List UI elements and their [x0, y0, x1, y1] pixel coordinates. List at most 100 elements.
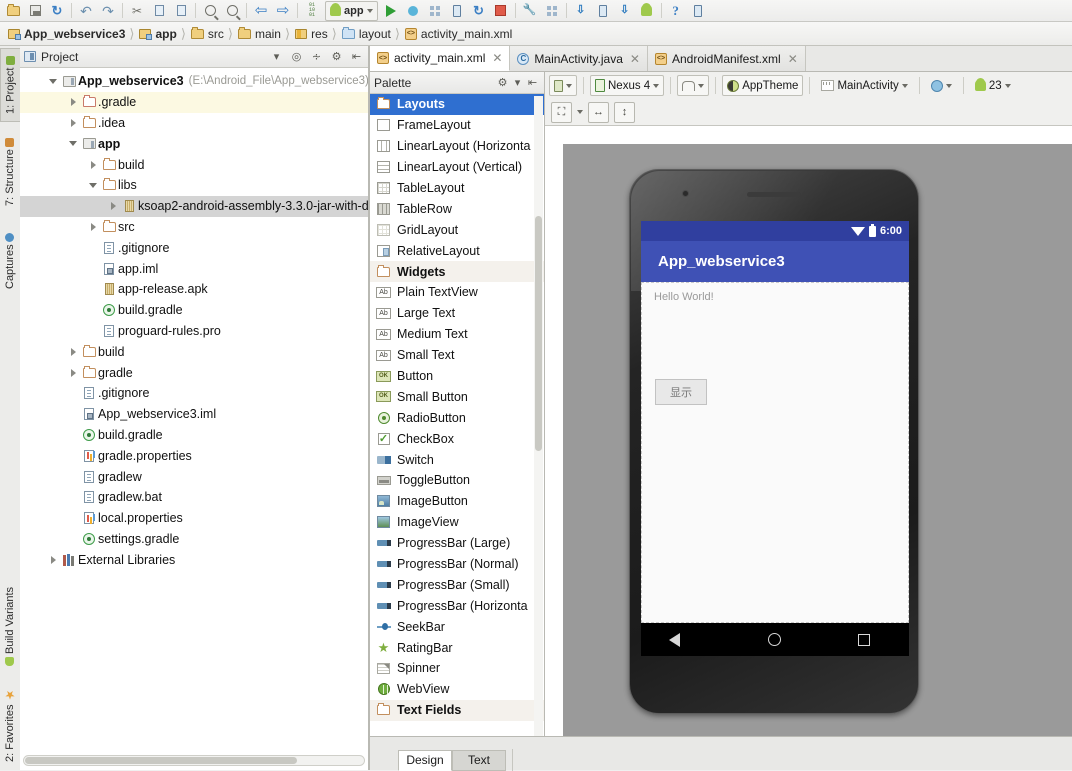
save-all-icon[interactable] — [24, 1, 46, 21]
palette-item[interactable]: FrameLayout — [370, 115, 544, 136]
tree-node[interactable]: App_webservice3.iml — [20, 404, 368, 425]
debug-icon[interactable] — [446, 1, 468, 21]
settings-gear-icon[interactable]: ⚙ — [495, 75, 510, 91]
twisty-down-icon[interactable] — [66, 141, 80, 146]
restart-icon[interactable]: ↻ — [468, 1, 490, 21]
twisty-right-icon[interactable] — [106, 202, 120, 210]
compile-icon[interactable]: 011001 — [301, 1, 323, 21]
tree-node[interactable]: src — [20, 217, 368, 238]
twisty-right-icon[interactable] — [46, 556, 60, 564]
copy-icon[interactable] — [148, 1, 170, 21]
twisty-right-icon[interactable] — [86, 223, 100, 231]
home-nav-icon[interactable] — [768, 633, 781, 646]
breadcrumb-item-res[interactable]: res — [291, 22, 331, 46]
twisty-right-icon[interactable] — [66, 369, 80, 377]
palette-item[interactable]: GridLayout — [370, 219, 544, 240]
download-icon[interactable]: ⇩ — [614, 1, 636, 21]
avd-manager-icon[interactable] — [541, 1, 563, 21]
tree-node[interactable]: .idea — [20, 113, 368, 134]
palette-item[interactable]: AbSmall Text — [370, 345, 544, 366]
orientation-selector[interactable] — [677, 75, 709, 96]
sidebar-item-structure[interactable]: 7: Structure — [0, 130, 20, 214]
palette-item[interactable]: OKSmall Button — [370, 386, 544, 407]
device-definition-button[interactable] — [549, 75, 577, 96]
project-horizontal-scrollbar[interactable] — [23, 755, 365, 766]
device-monitor-icon[interactable] — [592, 1, 614, 21]
help-icon[interactable]: ? — [665, 1, 687, 21]
sidebar-item-favorites[interactable]: 2: Favorites ★ — [0, 682, 20, 768]
tree-node[interactable]: .gitignore — [20, 237, 368, 258]
tree-node[interactable]: settings.gradle — [20, 529, 368, 550]
tree-node[interactable]: app-release.apk — [20, 279, 368, 300]
palette-item[interactable]: ProgressBar (Small) — [370, 574, 544, 595]
tree-node[interactable]: local.properties — [20, 508, 368, 529]
sync-gradle-icon[interactable]: ⇩ — [570, 1, 592, 21]
twisty-right-icon[interactable] — [66, 348, 80, 356]
tree-node[interactable]: gradle.properties — [20, 445, 368, 466]
project-tree[interactable]: App_webservice3(E:\Android_File\App_webs… — [20, 68, 368, 752]
palette-item[interactable]: ProgressBar (Large) — [370, 533, 544, 554]
breadcrumb-item-src[interactable]: src — [187, 22, 227, 46]
palette-item[interactable]: SeekBar — [370, 616, 544, 637]
collapse-all-icon[interactable]: ∻ — [309, 49, 324, 65]
zoom-to-fit-icon[interactable]: ⛶ — [551, 102, 572, 123]
tab-activity-main-xml[interactable]: <> activity_main.xml ✕ — [370, 46, 510, 71]
palette-group[interactable]: Widgets — [370, 261, 544, 282]
cut-icon[interactable]: ✂ — [126, 1, 148, 21]
tree-node[interactable]: build — [20, 154, 368, 175]
palette-item-list[interactable]: LayoutsFrameLayoutLinearLayout (Horizont… — [370, 94, 544, 748]
find-icon[interactable] — [199, 1, 221, 21]
palette-item[interactable]: Spinner — [370, 658, 544, 679]
tab-design[interactable]: Design — [398, 750, 452, 771]
twisty-right-icon[interactable] — [66, 98, 80, 106]
design-canvas[interactable]: 6:00 App_webservice3 Hello World! 显示 — [545, 126, 1072, 736]
breadcrumb-item-project[interactable]: App_webservice3 — [4, 22, 128, 46]
palette-item[interactable]: TableRow — [370, 198, 544, 219]
palette-item[interactable]: WebView — [370, 679, 544, 700]
breadcrumb-item-main[interactable]: main — [234, 22, 284, 46]
show-button[interactable]: 显示 — [655, 379, 707, 405]
run-configuration-selector[interactable]: app — [325, 1, 378, 21]
device-screen[interactable]: 6:00 App_webservice3 Hello World! 显示 — [641, 221, 909, 656]
tree-node[interactable]: proguard-rules.pro — [20, 321, 368, 342]
tree-node[interactable]: app — [20, 133, 368, 154]
theme-selector[interactable]: AppTheme — [722, 75, 803, 96]
hello-world-textview[interactable]: Hello World! — [654, 291, 714, 303]
palette-group[interactable]: Layouts — [370, 94, 544, 115]
tree-node[interactable]: ksoap2-android-assembly-3.3.0-jar-with-d — [20, 196, 368, 217]
tree-node[interactable]: build.gradle — [20, 425, 368, 446]
zoom-fit-height-icon[interactable]: ↕ — [614, 102, 635, 123]
palette-item[interactable]: ✓CheckBox — [370, 428, 544, 449]
palette-item[interactable]: LinearLayout (Vertical) — [370, 157, 544, 178]
forward-icon[interactable]: ⇨ — [272, 1, 294, 21]
palette-item[interactable]: ToggleButton — [370, 470, 544, 491]
stop-icon[interactable] — [490, 1, 512, 21]
chevron-down-icon[interactable]: ▾ — [510, 75, 525, 91]
palette-item[interactable]: LinearLayout (Horizonta — [370, 136, 544, 157]
palette-item[interactable]: RadioButton — [370, 407, 544, 428]
locate-icon[interactable]: ◎ — [289, 49, 304, 65]
replace-icon[interactable] — [221, 1, 243, 21]
api-level-selector[interactable]: 23 — [970, 75, 1016, 96]
palette-item[interactable]: AbPlain TextView — [370, 282, 544, 303]
tree-node[interactable]: App_webservice3(E:\Android_File\App_webs… — [20, 71, 368, 92]
close-icon[interactable]: ✕ — [788, 52, 798, 66]
device-selector[interactable]: Nexus 4 — [590, 75, 664, 96]
twisty-down-icon[interactable] — [46, 79, 60, 84]
tree-node[interactable]: gradle — [20, 362, 368, 383]
tree-node[interactable]: build.gradle — [20, 300, 368, 321]
tab-mainactivity-java[interactable]: C MainActivity.java ✕ — [510, 46, 648, 71]
activity-selector[interactable]: MainActivity — [816, 75, 912, 96]
run-icon[interactable] — [380, 1, 402, 21]
twisty-right-icon[interactable] — [66, 119, 80, 127]
back-nav-icon[interactable] — [680, 633, 691, 647]
tree-node[interactable]: gradlew.bat — [20, 487, 368, 508]
tree-node[interactable]: .gradle — [20, 92, 368, 113]
palette-item[interactable]: ImageView — [370, 512, 544, 533]
redo-icon[interactable]: ↷ — [97, 1, 119, 21]
attach-debugger-icon[interactable] — [424, 1, 446, 21]
sync-project-icon[interactable]: ↻ — [46, 1, 68, 21]
palette-scrollbar[interactable] — [534, 96, 543, 746]
hide-panel-icon[interactable]: ⇤ — [349, 49, 364, 65]
palette-item[interactable]: OKButton — [370, 366, 544, 387]
